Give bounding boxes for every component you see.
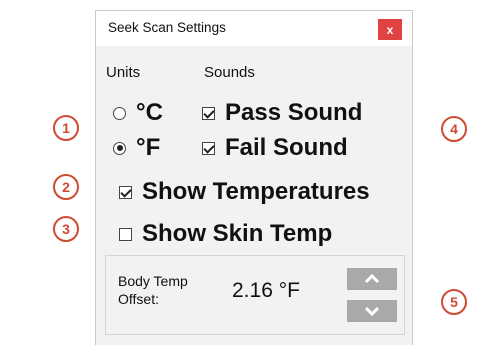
sounds-heading: Sounds [204, 64, 255, 81]
callout-5: 5 [441, 289, 467, 315]
pass-sound-option[interactable]: Pass Sound [202, 99, 362, 127]
celsius-radio[interactable] [113, 106, 126, 120]
show-skin-temp-checkbox[interactable] [119, 227, 132, 241]
celsius-label: °C [136, 99, 163, 126]
callout-4: 4 [441, 116, 467, 142]
callout-2: 2 [53, 174, 79, 200]
chevron-down-icon [364, 306, 380, 316]
body-temp-offset-label: Body Temp Offset: [118, 272, 188, 308]
body-temp-offset-panel: Body Temp Offset: 2.16 °F [105, 255, 405, 335]
increase-offset-button[interactable] [347, 268, 397, 290]
units-heading: Units [106, 64, 141, 81]
callout-3: 3 [53, 216, 79, 242]
decrease-offset-button[interactable] [347, 300, 397, 322]
window-title: Seek Scan Settings [108, 20, 226, 35]
callout-1: 1 [53, 115, 79, 141]
title-bar: Seek Scan Settings x [96, 11, 412, 46]
settings-window: Seek Scan Settings x Units Sounds °C °F … [95, 10, 413, 345]
body-temp-offset-value: 2.16 °F [232, 279, 300, 302]
show-skin-temp-option[interactable]: Show Skin Temp [119, 220, 332, 248]
celsius-radio-option[interactable]: °C [113, 99, 163, 127]
chevron-up-icon [364, 274, 380, 284]
fahrenheit-radio[interactable] [113, 141, 126, 155]
pass-sound-checkbox[interactable] [202, 106, 215, 120]
fail-sound-label: Fail Sound [225, 134, 348, 161]
fahrenheit-label: °F [136, 134, 161, 161]
body-temp-label-line1: Body Temp [118, 273, 188, 289]
pass-sound-label: Pass Sound [225, 99, 363, 126]
body-temp-label-line2: Offset: [118, 291, 159, 307]
fail-sound-option[interactable]: Fail Sound [202, 134, 348, 162]
show-temperatures-option[interactable]: Show Temperatures [119, 178, 370, 206]
show-temperatures-label: Show Temperatures [142, 178, 370, 205]
close-button[interactable]: x [378, 19, 402, 40]
show-temperatures-checkbox[interactable] [119, 185, 132, 199]
show-skin-temp-label: Show Skin Temp [142, 220, 333, 247]
fahrenheit-radio-option[interactable]: °F [113, 134, 160, 162]
fail-sound-checkbox[interactable] [202, 141, 215, 155]
